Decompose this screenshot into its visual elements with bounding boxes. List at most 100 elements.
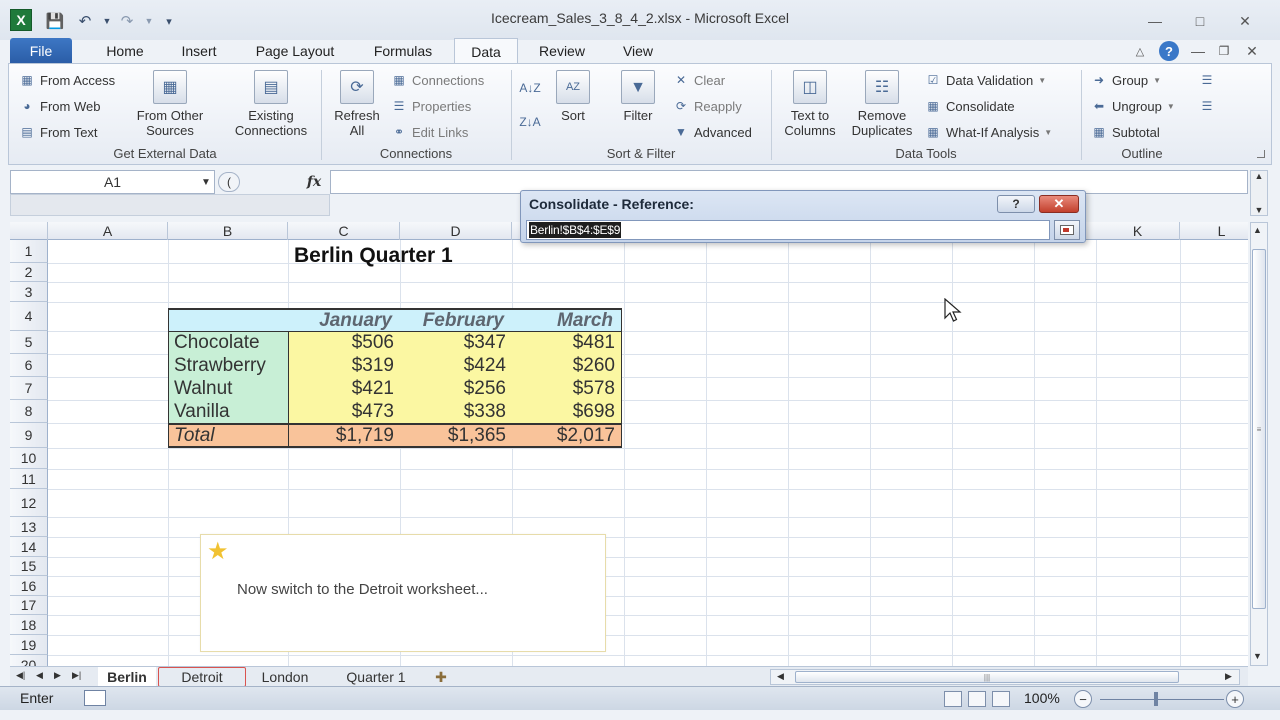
value-cell[interactable]: $319	[288, 354, 400, 377]
month-header-cell[interactable]: March	[512, 308, 622, 331]
formula-bar-expand[interactable]: ▲ ▼	[1250, 170, 1268, 216]
flavor-label-cell[interactable]: Chocolate	[168, 331, 288, 354]
from-other-sources-button[interactable]: ▦ From Other Sources	[129, 70, 211, 138]
row-header[interactable]: 17	[10, 596, 48, 615]
flavor-label-cell[interactable]: Walnut	[168, 377, 288, 400]
vertical-scrollbar[interactable]: ▲ ≡ ▼	[1250, 222, 1268, 666]
row-header[interactable]: 6	[10, 354, 48, 377]
row-header[interactable]: 20	[10, 655, 48, 666]
sheet-title-cell[interactable]: Berlin Quarter 1	[294, 244, 453, 268]
edit-links-button[interactable]: ⚭ Edit Links	[391, 122, 468, 142]
consolidate-button[interactable]: ▦ Consolidate	[925, 96, 1014, 116]
sort-button[interactable]: AZ Sort	[551, 70, 595, 123]
maximize-icon[interactable]: □	[1188, 12, 1212, 30]
scroll-down-icon[interactable]: ▼	[1253, 651, 1262, 661]
name-box-dropdown-icon[interactable]: ▼	[198, 170, 214, 194]
value-cell[interactable]: $256	[400, 377, 512, 400]
close-window-icon[interactable]: ✕	[1233, 12, 1257, 30]
scroll-up-icon[interactable]: ▲	[1253, 225, 1262, 235]
from-access-button[interactable]: ▦ From Access	[19, 70, 115, 90]
tab-review[interactable]: Review	[528, 38, 596, 64]
filter-button[interactable]: ▼ Filter	[613, 70, 663, 123]
zoom-slider-thumb[interactable]	[1154, 692, 1158, 706]
sheet-tab-london[interactable]: London	[246, 667, 324, 687]
column-header[interactable]: A	[48, 222, 168, 240]
column-header[interactable]: K	[1096, 222, 1180, 240]
row-header[interactable]: 13	[10, 517, 48, 537]
minimize-ribbon-icon[interactable]: △	[1130, 38, 1150, 64]
what-if-analysis-button[interactable]: ▦ What-If Analysis ▼	[925, 122, 1052, 142]
value-cell[interactable]: $698	[512, 400, 622, 423]
tab-formulas[interactable]: Formulas	[360, 38, 446, 64]
expand-dialog-button[interactable]	[1054, 220, 1080, 240]
value-cell[interactable]: $424	[400, 354, 512, 377]
tab-home[interactable]: Home	[92, 38, 158, 64]
worksheet-grid[interactable]: A B C D E F G H I J K L 1 2 3 4 5	[10, 222, 1248, 666]
row-header[interactable]: 19	[10, 635, 48, 655]
connections-button[interactable]: ▦ Connections	[391, 70, 484, 90]
value-cell[interactable]: $347	[400, 331, 512, 354]
flavor-label-cell[interactable]: Vanilla	[168, 400, 288, 423]
from-text-button[interactable]: ▤ From Text	[19, 122, 97, 142]
month-header-cell[interactable]: January	[288, 308, 400, 331]
value-cell[interactable]: $578	[512, 377, 622, 400]
prev-sheet-icon[interactable]: ◀	[36, 670, 43, 681]
row-header[interactable]: 7	[10, 377, 48, 400]
ungroup-button[interactable]: ⬅ Ungroup ▼	[1091, 96, 1175, 116]
formula-cancel-icon[interactable]: (	[218, 172, 240, 192]
dialog-close-button[interactable]: ✕	[1039, 195, 1079, 213]
row-header[interactable]: 14	[10, 537, 48, 557]
group-button[interactable]: ➜ Group ▼	[1091, 70, 1161, 90]
name-box[interactable]: A1	[10, 170, 215, 194]
minimize-icon[interactable]: —	[1143, 12, 1167, 30]
sort-a-to-z-button[interactable]: A↓Z	[519, 78, 541, 98]
advanced-filter-button[interactable]: ▼ Advanced	[673, 122, 752, 142]
text-to-columns-button[interactable]: ◫ Text to Columns	[777, 70, 843, 138]
zoom-out-icon[interactable]: −	[1074, 690, 1092, 708]
row-header[interactable]: 4	[10, 302, 48, 331]
tab-file[interactable]: File	[10, 38, 72, 64]
row-header[interactable]: 3	[10, 282, 48, 302]
horizontal-scroll-thumb[interactable]: |||	[795, 671, 1179, 683]
tab-page-layout[interactable]: Page Layout	[244, 38, 346, 64]
value-cell[interactable]: $421	[288, 377, 400, 400]
total-value-cell[interactable]: $1,365	[400, 423, 512, 448]
hide-detail-button[interactable]: ☰	[1199, 96, 1215, 116]
zoom-level[interactable]: 100%	[1024, 690, 1060, 706]
row-header[interactable]: 12	[10, 489, 48, 517]
column-header[interactable]: D	[400, 222, 512, 240]
row-header[interactable]: 8	[10, 400, 48, 423]
properties-button[interactable]: ☰ Properties	[391, 96, 472, 116]
insert-worksheet-icon[interactable]: ✚	[426, 667, 456, 687]
sheet-tab-berlin[interactable]: Berlin	[98, 667, 156, 687]
total-value-cell[interactable]: $2,017	[512, 423, 622, 448]
help-icon[interactable]: ?	[1158, 38, 1180, 64]
page-break-preview-icon[interactable]	[992, 691, 1010, 707]
last-sheet-icon[interactable]: ▶|	[72, 670, 81, 681]
month-header-cell[interactable]: February	[400, 308, 512, 331]
row-header[interactable]: 18	[10, 615, 48, 635]
vertical-scroll-thumb[interactable]: ≡	[1252, 249, 1266, 609]
value-cell[interactable]: $338	[400, 400, 512, 423]
tab-data[interactable]: Data	[454, 38, 518, 64]
sort-z-to-a-button[interactable]: Z↓A	[519, 112, 541, 132]
reference-input[interactable]: Berlin!$B$4:$E$9	[526, 220, 1050, 240]
select-all-corner[interactable]	[10, 222, 48, 240]
remove-duplicates-button[interactable]: ☷ Remove Duplicates	[845, 70, 919, 138]
value-cell[interactable]: $506	[288, 331, 400, 354]
reapply-button[interactable]: ⟳ Reapply	[673, 96, 742, 116]
outline-dialog-launcher-icon[interactable]	[1257, 150, 1265, 158]
sheet-tab-detroit[interactable]: Detroit	[158, 667, 246, 687]
row-header[interactable]: 16	[10, 576, 48, 596]
existing-connections-button[interactable]: ▤ Existing Connections	[225, 70, 317, 138]
value-cell[interactable]: $481	[512, 331, 622, 354]
row-header[interactable]: 11	[10, 469, 48, 489]
workbook-restore-icon[interactable]: ❐	[1214, 38, 1234, 64]
horizontal-scrollbar[interactable]: ◀ ||| ▶	[770, 669, 1240, 685]
refresh-all-button[interactable]: ⟳ Refresh All	[327, 70, 387, 138]
data-validation-button[interactable]: ☑ Data Validation ▼	[925, 70, 1047, 90]
row-header[interactable]: 2	[10, 263, 48, 282]
column-header[interactable]: B	[168, 222, 288, 240]
row-header[interactable]: 10	[10, 448, 48, 469]
record-macro-icon[interactable]	[84, 690, 106, 706]
